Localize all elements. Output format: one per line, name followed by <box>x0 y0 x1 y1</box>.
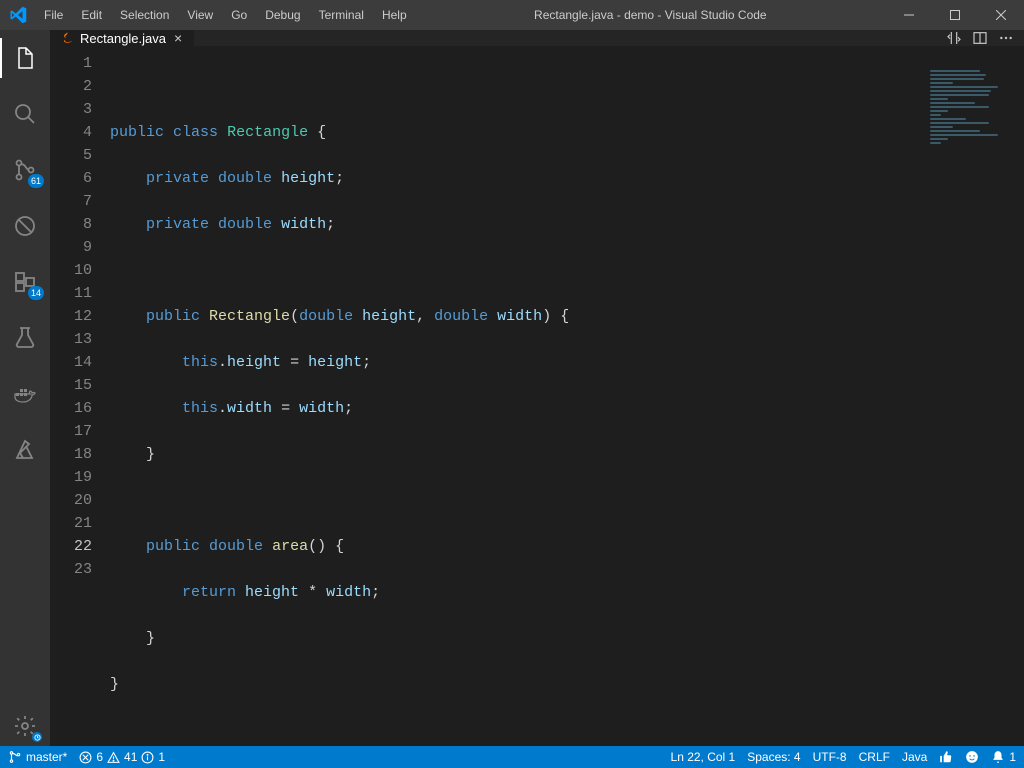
activity-bar: 61 14 <box>0 30 50 746</box>
menu-view[interactable]: View <box>179 4 221 26</box>
menu-file[interactable]: File <box>36 4 71 26</box>
minimize-button[interactable] <box>886 0 932 30</box>
window-controls <box>886 0 1024 30</box>
source-control-icon[interactable]: 61 <box>0 150 50 190</box>
more-actions-icon[interactable] <box>998 30 1014 46</box>
tab-label: Rectangle.java <box>80 31 166 46</box>
split-editor-icon[interactable] <box>972 30 988 46</box>
compare-changes-icon[interactable] <box>946 30 962 46</box>
explorer-icon[interactable] <box>0 38 50 78</box>
vscode-logo-icon <box>0 6 36 24</box>
tab-close-icon[interactable]: × <box>172 30 184 46</box>
debug-icon[interactable] <box>0 206 50 246</box>
title-bar: File Edit Selection View Go Debug Termin… <box>0 0 1024 30</box>
scm-badge: 61 <box>28 174 44 188</box>
code-editor[interactable]: 12345 678910 1112131415 1617181920 21222… <box>50 46 1024 768</box>
settings-gear-icon[interactable] <box>0 706 50 746</box>
menu-selection[interactable]: Selection <box>112 4 177 26</box>
azure-icon[interactable] <box>0 430 50 470</box>
close-button[interactable] <box>978 0 1024 30</box>
menu-help[interactable]: Help <box>374 4 415 26</box>
code-content[interactable]: public class Rectangle { private double … <box>110 46 1024 768</box>
editor-group: Rectangle.java × 12345 678910 1112131415… <box>50 30 1024 746</box>
menu-bar: File Edit Selection View Go Debug Termin… <box>36 4 415 26</box>
menu-debug[interactable]: Debug <box>257 4 308 26</box>
window-title: Rectangle.java - demo - Visual Studio Co… <box>415 8 886 22</box>
tab-rectangle-java[interactable]: Rectangle.java × <box>50 30 195 46</box>
extensions-badge: 14 <box>28 286 44 300</box>
settings-sync-indicator-icon <box>32 732 42 742</box>
menu-terminal[interactable]: Terminal <box>311 4 372 26</box>
maximize-button[interactable] <box>932 0 978 30</box>
docker-icon[interactable] <box>0 374 50 414</box>
menu-edit[interactable]: Edit <box>73 4 110 26</box>
extensions-icon[interactable]: 14 <box>0 262 50 302</box>
test-beaker-icon[interactable] <box>0 318 50 358</box>
tab-bar: Rectangle.java × <box>50 30 1024 46</box>
menu-go[interactable]: Go <box>223 4 255 26</box>
search-icon[interactable] <box>0 94 50 134</box>
java-file-icon <box>60 31 74 45</box>
line-number-gutter: 12345 678910 1112131415 1617181920 21222… <box>50 46 110 768</box>
